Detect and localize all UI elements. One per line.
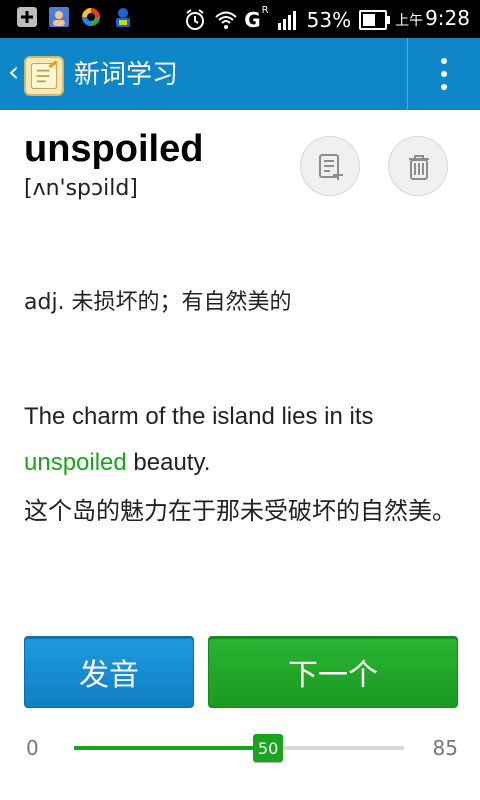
- slider-progress-fill: [74, 746, 269, 750]
- menu-dot-icon: [441, 71, 447, 77]
- menu-dot-icon: [441, 84, 447, 90]
- add-notification-icon: [16, 6, 38, 28]
- alarm-icon: [184, 8, 206, 31]
- menu-dot-icon: [441, 58, 447, 64]
- pronounce-button[interactable]: 发音: [24, 636, 194, 708]
- signal-icon: [277, 9, 299, 31]
- example-translation: 这个岛的魅力在于那未受破坏的自然美。: [24, 497, 456, 525]
- definition-text: adj. 未损坏的；有自然美的: [24, 290, 292, 315]
- add-to-wordbook-button[interactable]: [300, 136, 360, 196]
- slider-thumb[interactable]: 50: [253, 734, 284, 762]
- back-icon[interactable]: ‹: [8, 58, 19, 86]
- headword: unspoiled: [24, 128, 204, 170]
- app-bar: ‹ 新词学习: [0, 38, 480, 110]
- trash-icon: [409, 155, 429, 180]
- status-bar-system: G R 53% 上午 9:28: [184, 4, 470, 35]
- battery-icon: [359, 9, 391, 30]
- phonetic: [ʌn'spɔild]: [24, 176, 138, 201]
- progress-slider[interactable]: 50: [74, 734, 404, 762]
- note-add-icon: [319, 154, 343, 180]
- user-lock-icon: [112, 6, 134, 28]
- app-logo-icon[interactable]: [24, 56, 64, 96]
- wifi-icon: [214, 9, 237, 31]
- appbar-divider: [407, 38, 408, 110]
- example-sentence: The charm of the island lies in its unsp…: [24, 394, 464, 486]
- example-prefix: The charm of the island lies in its: [24, 403, 374, 430]
- contacts-icon: [48, 6, 70, 28]
- page-title: 新词学习: [74, 59, 179, 89]
- status-time: 上午 9:28: [395, 6, 470, 30]
- delete-button[interactable]: [388, 136, 448, 196]
- battery-percent: 53%: [306, 7, 352, 32]
- status-bar-notifications: [16, 6, 134, 28]
- network-type: G R: [244, 4, 269, 32]
- example-highlight: unspoiled: [24, 449, 127, 476]
- screen: G R 53% 上午 9:28 ‹ 新词学习 unspoiled [ʌn'spɔ…: [0, 0, 480, 800]
- status-bar: G R 53% 上午 9:28: [0, 0, 480, 38]
- example-suffix: beauty.: [126, 449, 211, 476]
- slider-min-label: 0: [26, 736, 39, 760]
- overflow-menu-button[interactable]: [432, 56, 456, 92]
- sync-icon: [80, 6, 102, 28]
- next-word-button[interactable]: 下一个: [208, 636, 458, 708]
- slider-max-label: 85: [432, 736, 458, 760]
